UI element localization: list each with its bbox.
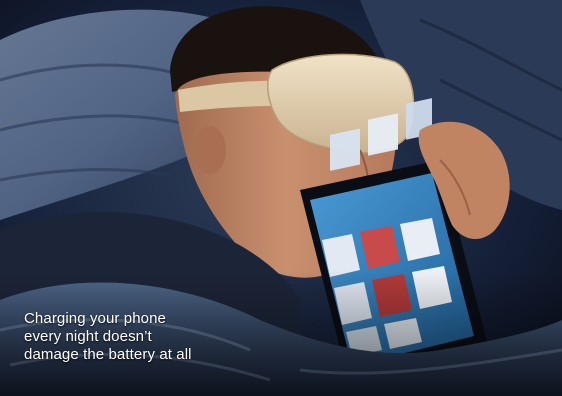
photo-caption: Charging your phone every night doesn’t … — [24, 310, 284, 364]
caption-line-2: every night doesn’t — [24, 328, 152, 345]
article-photo: Charging your phone every night doesn’t … — [0, 0, 562, 396]
caption-line-1: Charging your phone — [24, 310, 166, 327]
caption-line-3: damage the battery at all — [24, 346, 192, 363]
